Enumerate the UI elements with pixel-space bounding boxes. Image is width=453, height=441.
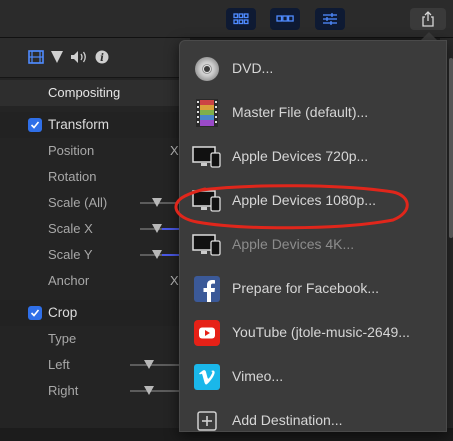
crop-right-label: Right bbox=[48, 383, 79, 398]
browser-grid-icon bbox=[233, 13, 249, 25]
menu-item-master-file[interactable]: Master File (default)... bbox=[180, 93, 446, 133]
rotation-label: Rotation bbox=[48, 169, 97, 184]
film-icon[interactable] bbox=[28, 50, 44, 69]
anchor-x-label: X bbox=[170, 273, 179, 288]
compositing-section[interactable]: Compositing bbox=[0, 80, 190, 106]
crop-left-label: Left bbox=[48, 357, 70, 372]
menu-item-label: Apple Devices 720p... bbox=[232, 148, 369, 164]
param-row: Rotation bbox=[0, 164, 190, 190]
dvd-icon bbox=[192, 54, 222, 84]
timeline-toggle-button[interactable] bbox=[270, 8, 300, 30]
scale-x-label: Scale X bbox=[48, 221, 93, 236]
share-icon bbox=[422, 11, 434, 27]
menu-item-apple-720p[interactable]: Apple Devices 720p... bbox=[180, 137, 446, 177]
vimeo-icon bbox=[192, 362, 222, 392]
crop-left-slider[interactable] bbox=[130, 364, 180, 366]
param-row: Position X bbox=[0, 138, 190, 164]
scale-y-knob[interactable] bbox=[152, 250, 162, 259]
transform-section[interactable]: Transform bbox=[0, 112, 190, 138]
compositing-label: Compositing bbox=[48, 85, 121, 100]
scale-y-fill bbox=[162, 254, 180, 256]
menu-item-youtube[interactable]: YouTube (jtole-music-2649... bbox=[180, 313, 446, 353]
menu-item-facebook[interactable]: Prepare for Facebook... bbox=[180, 269, 446, 309]
param-row: Left bbox=[0, 352, 190, 378]
menu-item-label: Master File (default)... bbox=[232, 104, 369, 120]
apple-devices-icon bbox=[192, 230, 222, 260]
crop-right-knob[interactable] bbox=[144, 386, 154, 395]
scale-y-label: Scale Y bbox=[48, 247, 93, 262]
param-row: Scale (All) bbox=[0, 190, 190, 216]
transform-label: Transform bbox=[48, 117, 110, 132]
top-toolbar bbox=[0, 0, 453, 38]
param-row: Scale Y bbox=[0, 242, 190, 268]
apple-devices-icon bbox=[192, 186, 222, 216]
apple-devices-icon bbox=[192, 142, 222, 172]
menu-item-label: Apple Devices 4K... bbox=[232, 236, 355, 252]
menu-item-vimeo[interactable]: Vimeo... bbox=[180, 357, 446, 397]
crop-type-label: Type bbox=[48, 331, 77, 346]
position-x-label: X bbox=[170, 143, 179, 158]
crop-right-slider[interactable] bbox=[130, 390, 180, 392]
youtube-icon bbox=[192, 318, 222, 348]
inspector-toggle-button[interactable] bbox=[315, 8, 345, 30]
add-icon bbox=[192, 406, 222, 436]
info-icon[interactable]: i bbox=[95, 50, 109, 69]
param-row: Scale X bbox=[0, 216, 190, 242]
facebook-icon bbox=[192, 274, 222, 304]
crop-section[interactable]: Crop bbox=[0, 300, 190, 326]
transform-checkbox[interactable] bbox=[28, 118, 42, 132]
menu-scrollbar[interactable] bbox=[449, 58, 453, 238]
crop-left-knob[interactable] bbox=[144, 360, 154, 369]
menu-item-dvd[interactable]: DVD... bbox=[180, 49, 446, 89]
anchor-label: Anchor bbox=[48, 273, 90, 288]
scale-x-knob[interactable] bbox=[152, 224, 162, 233]
menu-item-label: Add Destination... bbox=[232, 412, 343, 428]
scale-x-fill bbox=[162, 228, 180, 230]
menu-item-apple-1080p[interactable]: Apple Devices 1080p... bbox=[180, 181, 446, 221]
position-label: Position bbox=[48, 143, 95, 158]
scale-all-knob[interactable] bbox=[152, 198, 162, 207]
menu-item-label: Vimeo... bbox=[232, 368, 284, 384]
share-menu: DVD... Master File (default)... Apple De… bbox=[179, 40, 447, 432]
inspector-header: i bbox=[0, 38, 190, 78]
film-strip-icon bbox=[192, 98, 222, 128]
share-button[interactable] bbox=[410, 8, 446, 30]
menu-item-label: YouTube (jtole-music-2649... bbox=[232, 324, 410, 340]
menu-item-label: Prepare for Facebook... bbox=[232, 280, 380, 296]
param-row: Type bbox=[0, 326, 190, 352]
menu-item-label: DVD... bbox=[232, 60, 274, 76]
scale-all-label: Scale (All) bbox=[48, 195, 108, 210]
crop-checkbox[interactable] bbox=[28, 306, 42, 320]
timeline-icon bbox=[276, 15, 294, 22]
svg-text:i: i bbox=[100, 53, 104, 64]
param-row: Anchor X bbox=[0, 268, 190, 294]
inspector-sliders-icon bbox=[323, 13, 337, 25]
browser-toggle-button[interactable] bbox=[226, 8, 256, 30]
param-row: Right bbox=[0, 378, 190, 404]
crop-label: Crop bbox=[48, 305, 78, 320]
menu-item-label: Apple Devices 1080p... bbox=[232, 192, 376, 208]
menu-item-add-destination[interactable]: Add Destination... bbox=[180, 401, 446, 441]
filter-icon[interactable] bbox=[50, 50, 64, 69]
audio-icon[interactable] bbox=[70, 50, 88, 69]
inspector-panel: i Compositing Transform Position X Rotat… bbox=[0, 38, 190, 428]
menu-item-apple-4k[interactable]: Apple Devices 4K... bbox=[180, 225, 446, 265]
